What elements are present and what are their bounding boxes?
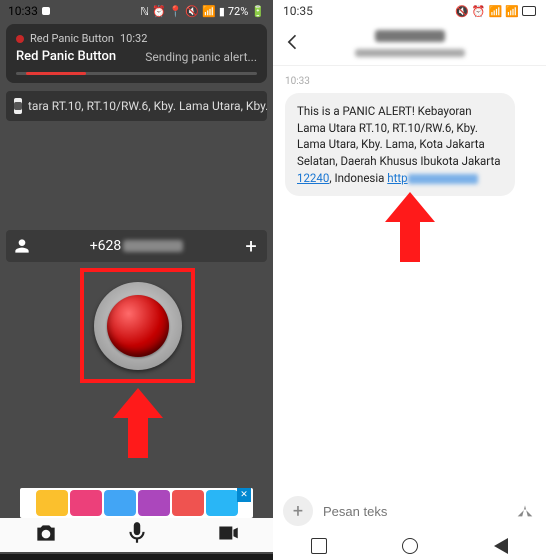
camera-button[interactable] <box>33 520 59 550</box>
nav-back-icon[interactable] <box>494 538 508 554</box>
phone-number: +628 <box>38 238 235 254</box>
ad-close-icon[interactable]: ✕ <box>237 488 251 502</box>
alarm-icon: ⏰ <box>152 5 166 18</box>
signal-icon: ▮ <box>219 5 225 18</box>
status-time: 10:33 <box>8 4 38 18</box>
message-input[interactable] <box>323 504 504 519</box>
status-bar-left: 10:33 ℕ ⏰ 📍 🔇 📶 ▮ 72% 🔋 <box>0 0 273 22</box>
panic-button-highlight <box>80 268 195 383</box>
mute-icon: 🔇 <box>455 5 469 18</box>
incoming-message-bubble[interactable]: This is a PANIC ALERT! Kebayoran Lama Ut… <box>285 93 515 196</box>
ad-thumb <box>206 490 238 516</box>
wifi-icon: 📶 <box>489 5 503 18</box>
message-url-hidden <box>408 174 478 184</box>
messages-app-screen: 10:35 🔇 ⏰ 📶 📶 10:33 This is a PANIC ALER… <box>273 0 546 560</box>
contact-name-hidden <box>375 30 445 42</box>
android-nav-bar <box>0 554 273 560</box>
battery-pct: 72% <box>228 5 248 18</box>
notification-header: Red Panic Button 10:32 <box>16 32 257 45</box>
back-button[interactable] <box>283 32 303 56</box>
battery-icon: 🔋 <box>251 5 265 18</box>
panic-app-screen: 10:33 ℕ ⏰ 📍 🔇 📶 ▮ 72% 🔋 Red Panic Button… <box>0 0 273 560</box>
status-right-cluster: 🔇 ⏰ 📶 📶 <box>455 5 536 18</box>
message-timestamp: 10:33 <box>285 76 534 87</box>
chat-contact[interactable] <box>313 30 506 57</box>
message-text-mid: , Indonesia <box>329 171 387 185</box>
battery-icon <box>522 6 536 16</box>
chat-body: 10:33 This is a PANIC ALERT! Kebayoran L… <box>273 66 546 496</box>
contact-number-hidden <box>355 49 465 57</box>
notif-title: Red Panic Button <box>16 49 116 64</box>
android-nav-bar <box>273 532 546 560</box>
status-time: 10:35 <box>283 4 313 18</box>
notif-subtitle: Sending panic alert... <box>145 50 257 64</box>
phone-number-row[interactable]: +628 + <box>6 230 267 262</box>
status-right-cluster: ℕ ⏰ 📍 🔇 📶 ▮ 72% 🔋 <box>140 5 265 18</box>
app-body: +628 + ✕ <box>0 100 273 560</box>
alarm-icon: ⏰ <box>472 5 486 18</box>
annotation-arrow-left <box>113 388 163 458</box>
annotation-arrow-right <box>385 192 435 262</box>
ad-thumb <box>70 490 102 516</box>
message-input-row: + <box>283 492 536 530</box>
signal-icon: 📶 <box>505 5 519 18</box>
panic-button[interactable] <box>94 282 182 370</box>
ad-thumb <box>104 490 136 516</box>
panic-button-inner <box>107 295 169 357</box>
app-dot-icon <box>16 35 24 43</box>
attach-button[interactable]: + <box>283 496 313 526</box>
add-contact-button[interactable]: + <box>235 234 267 258</box>
ad-banner[interactable]: ✕ <box>20 488 253 518</box>
wifi-icon: 📶 <box>202 5 216 18</box>
send-button[interactable] <box>514 498 536 524</box>
location-icon: 📍 <box>169 5 183 18</box>
message-text: This is a PANIC ALERT! Kebayoran Lama Ut… <box>297 104 501 168</box>
phone-number-hidden <box>123 240 183 252</box>
message-url-link[interactable]: http <box>387 171 407 185</box>
person-icon[interactable] <box>6 230 38 262</box>
nav-recents-icon[interactable] <box>311 538 327 554</box>
bottom-action-bar <box>0 518 273 552</box>
message-zip-link[interactable]: 12240 <box>297 171 329 185</box>
chat-header <box>273 22 546 66</box>
nav-home-icon[interactable] <box>402 538 418 554</box>
ad-thumb <box>36 490 68 516</box>
ad-thumb <box>172 490 204 516</box>
mute-icon: 🔇 <box>185 5 199 18</box>
status-bar-right: 10:35 🔇 ⏰ 📶 📶 <box>273 0 546 22</box>
video-button[interactable] <box>215 520 241 550</box>
ad-thumb <box>138 490 170 516</box>
notif-progress-bar <box>16 72 257 75</box>
mic-button[interactable] <box>124 520 150 550</box>
status-msg-icon <box>42 7 50 15</box>
notif-app-name: Red Panic Button <box>30 32 114 45</box>
nfc-icon: ℕ <box>140 5 149 18</box>
notif-time: 10:32 <box>120 32 147 45</box>
notification-card[interactable]: Red Panic Button 10:32 Red Panic Button … <box>6 24 267 83</box>
